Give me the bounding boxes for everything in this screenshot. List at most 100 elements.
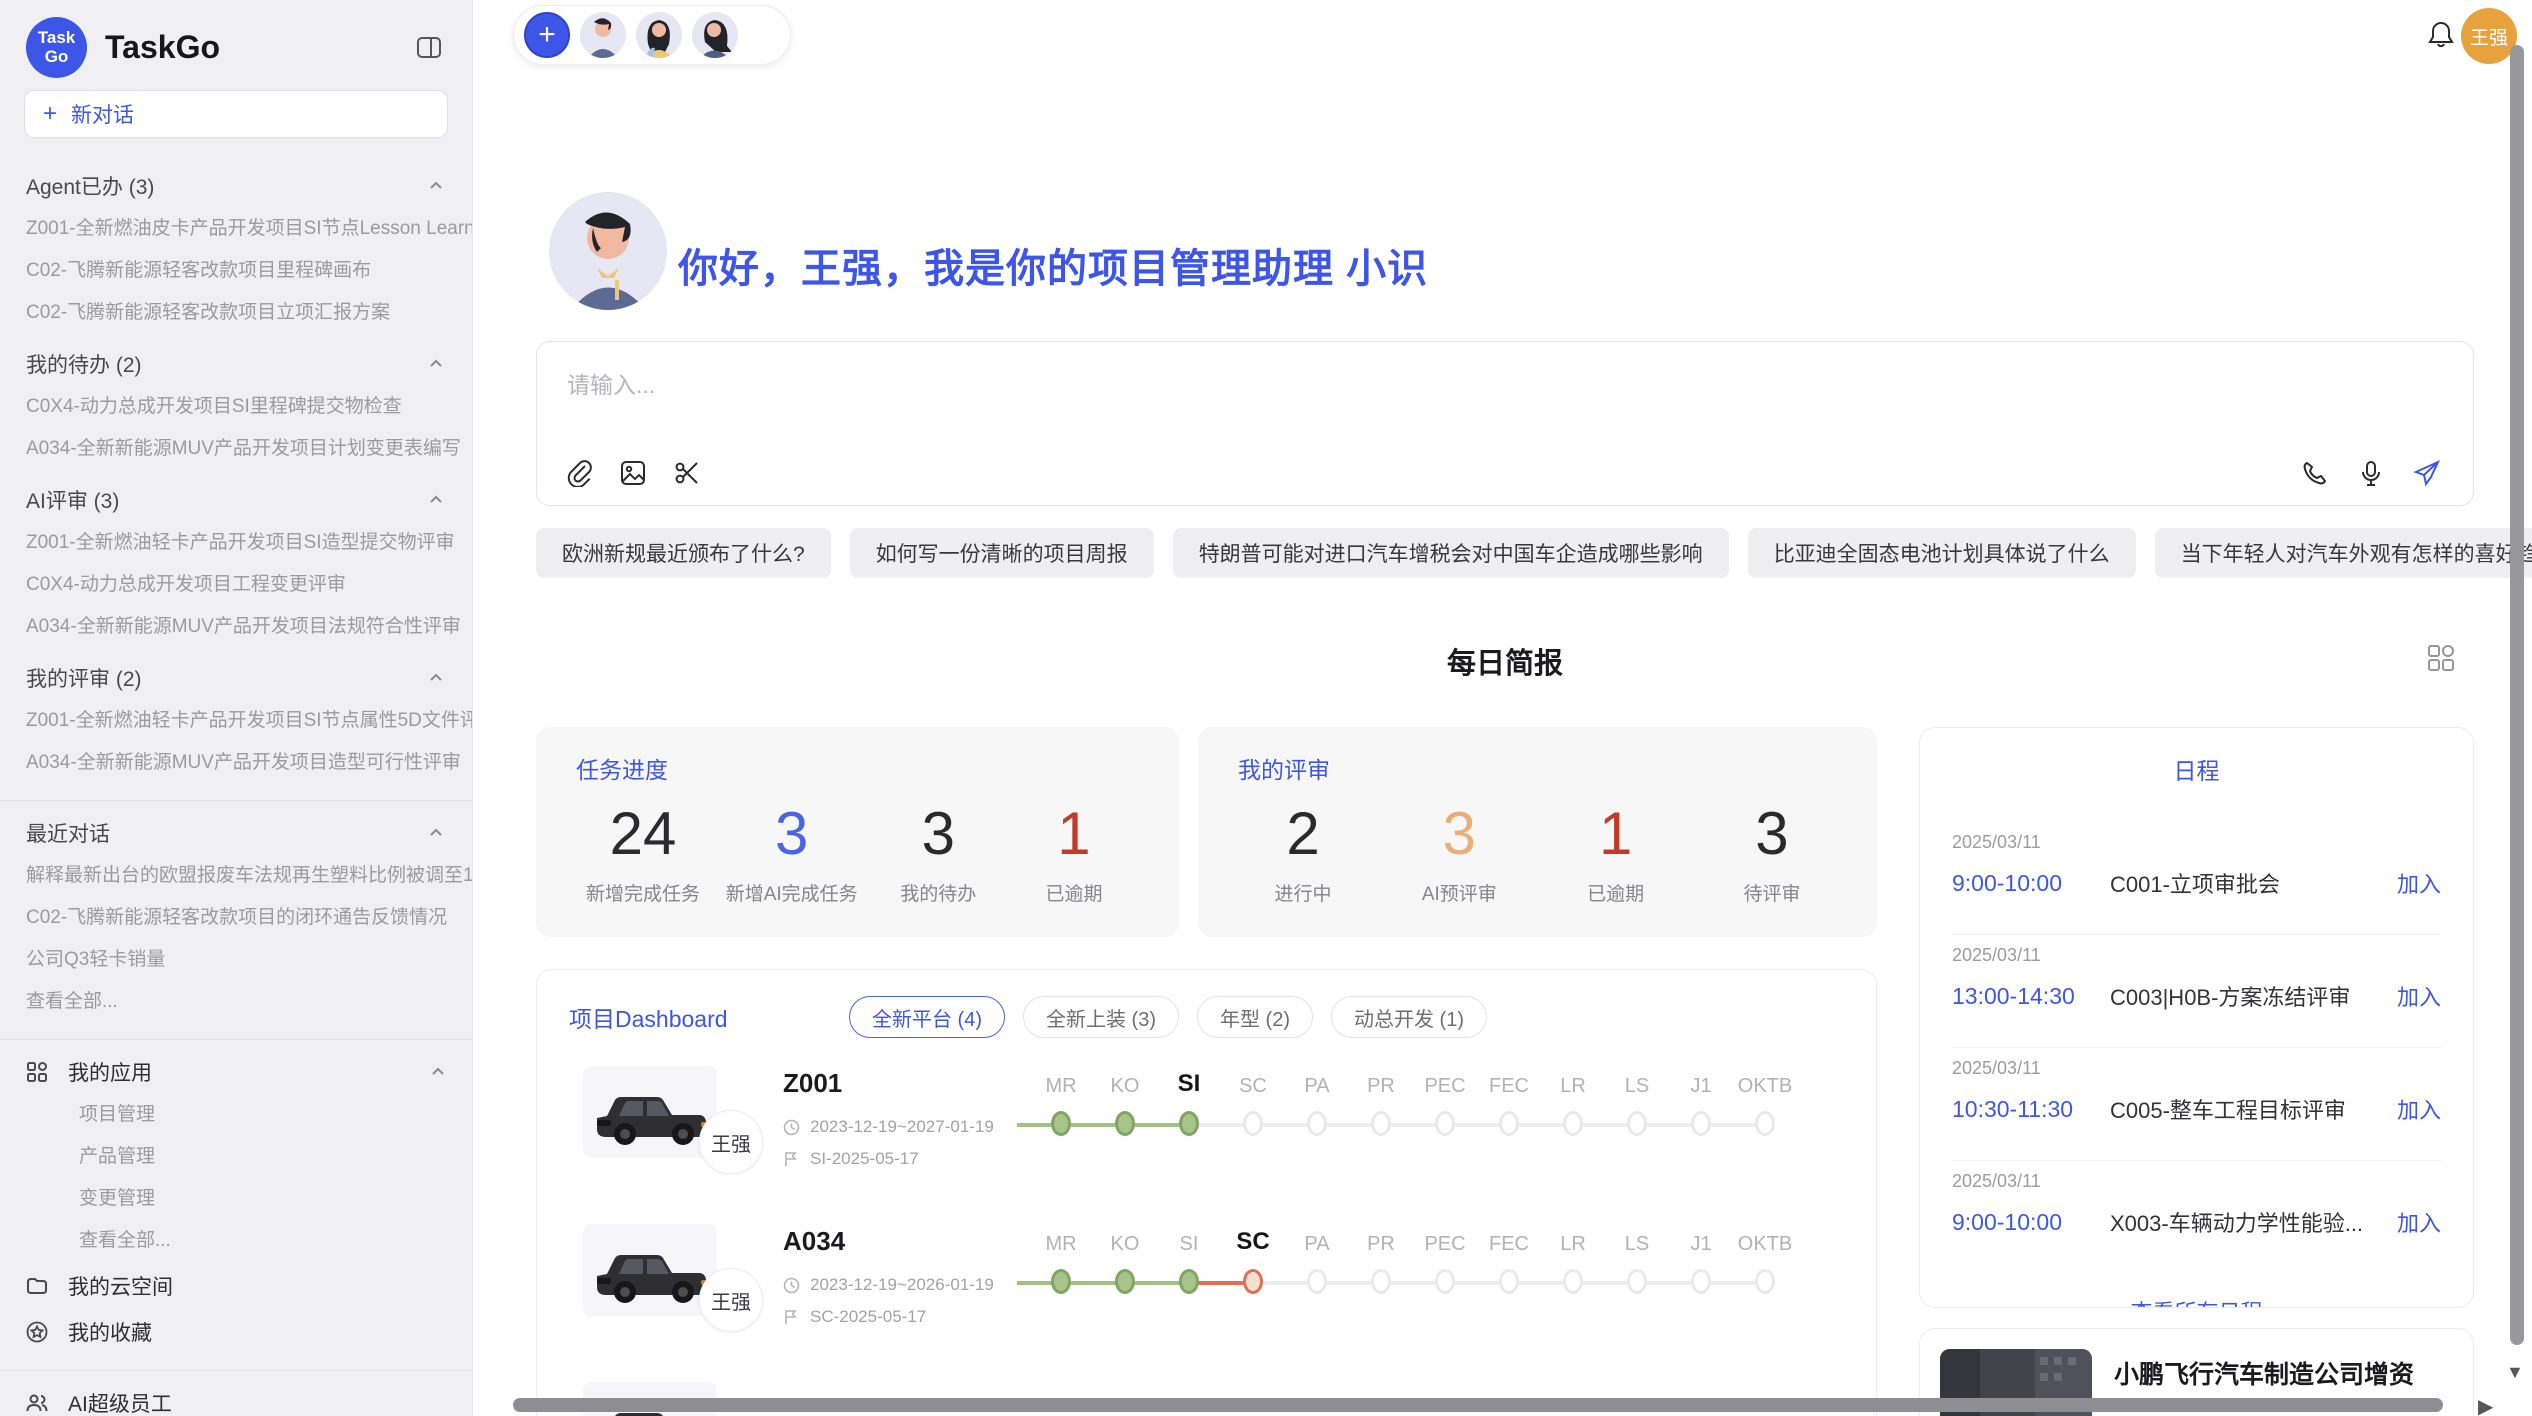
sidebar-app-item[interactable]: 产品管理 <box>0 1136 472 1178</box>
chevron-up-icon[interactable] <box>426 176 446 196</box>
sidebar-app-item[interactable]: 查看全部... <box>0 1220 472 1262</box>
sidebar-list-item[interactable]: A034-全新新能源MUV产品开发项目法规符合性评审 <box>0 606 472 648</box>
milestone: PEC <box>1413 1066 1477 1196</box>
new-chat-button[interactable]: + 新对话 <box>24 90 448 138</box>
horizontal-scrollbar[interactable] <box>513 1398 2443 1412</box>
milestone-label: SC <box>1236 1224 1269 1256</box>
milestone-dot <box>1755 1111 1775 1136</box>
milestone: FEC <box>1477 1224 1541 1354</box>
add-session-button[interactable]: + <box>524 12 570 58</box>
microphone-icon[interactable] <box>2355 457 2387 489</box>
composer[interactable]: 请输入... <box>536 341 2474 506</box>
sidebar-list-item[interactable]: C02-飞腾新能源轻客改款项目的闭环通告反馈情况 <box>0 897 472 939</box>
send-icon[interactable] <box>2411 457 2443 489</box>
suggestion-chip[interactable]: 当下年轻人对汽车外观有怎样的喜好趋势 <box>2155 528 2532 578</box>
vertical-scrollbar[interactable] <box>2510 45 2524 1345</box>
sidebar-list-item[interactable]: 解释最新出台的欧盟报废车法规再生塑料比例被调至15%... <box>0 855 472 897</box>
dashboard-filter-chip[interactable]: 动总开发 (1) <box>1331 996 1487 1038</box>
schedule-date: 2025/03/11 <box>1952 832 2441 853</box>
sidebar-item-star-circle-icon[interactable]: 我的收藏 <box>0 1310 472 1354</box>
view-all-schedule-link[interactable]: 查看所有日程 <box>1952 1295 2441 1308</box>
sidebar-section: AI评审 (3)Z001-全新燃油轻卡产品开发项目SI造型提交物评审C0X4-动… <box>0 478 472 648</box>
stat-label: AI预评审 <box>1404 879 1514 906</box>
chevron-up-icon[interactable] <box>428 1062 448 1082</box>
user-avatar[interactable]: 王强 <box>2461 8 2517 64</box>
sidebar-section-header[interactable]: AI评审 (3) <box>0 478 472 522</box>
milestone-label: PEC <box>1424 1224 1465 1256</box>
sidebar-section-header[interactable]: 我的评审 (2) <box>0 656 472 700</box>
sidebar-section-header[interactable]: Agent已办 (3) <box>0 164 472 208</box>
project-row[interactable]: 王强Z0012023-12-19~2027-01-19SI-2025-05-17… <box>569 1066 1844 1196</box>
chevron-up-icon[interactable] <box>426 490 446 510</box>
dashboard-filter-chip[interactable]: 全新平台 (4) <box>849 996 1005 1038</box>
sidebar-list-item[interactable]: C02-飞腾新能源轻客改款项目立项汇报方案 <box>0 292 472 334</box>
sidebar-list-item[interactable]: A034-全新新能源MUV产品开发项目计划变更表编写 <box>0 428 472 470</box>
project-row[interactable]: 王强A0342023-12-19~2026-01-19SC-2025-05-17… <box>569 1224 1844 1354</box>
project-date-range: 2023-12-19~2027-01-19 <box>810 1117 994 1137</box>
chevron-up-icon[interactable] <box>426 354 446 374</box>
suggestion-chip[interactable]: 如何写一份清晰的项目周报 <box>850 528 1154 578</box>
sidebar-app-item[interactable]: 变更管理 <box>0 1178 472 1220</box>
schedule-join-link[interactable]: 加入 <box>2397 1206 2441 1238</box>
suggestion-chip[interactable]: 欧洲新规最近颁布了什么? <box>536 528 831 578</box>
sidebar-section-header[interactable]: 最近对话 <box>0 811 472 855</box>
milestone-dot <box>1179 1269 1199 1294</box>
sidebar-list-item[interactable]: Z001-全新燃油轻卡产品开发项目SI节点属性5D文件评审 <box>0 700 472 742</box>
sidebar-collapse-icon[interactable] <box>412 30 446 64</box>
milestone-dot <box>1051 1269 1071 1294</box>
layout-grid-icon[interactable] <box>2425 642 2457 674</box>
stat-value: 24 <box>586 795 700 873</box>
sidebar-app-item[interactable]: 项目管理 <box>0 1094 472 1136</box>
sidebar-list-item[interactable]: Z001-全新燃油皮卡产品开发项目SI节点Lesson Learn报告 <box>0 208 472 250</box>
milestone: SI <box>1157 1224 1221 1354</box>
phone-icon[interactable] <box>2299 457 2331 489</box>
milestone-dot <box>1563 1111 1583 1136</box>
milestone-dot <box>1051 1111 1071 1136</box>
schedule-join-link[interactable]: 加入 <box>2397 980 2441 1012</box>
milestone-dot <box>1435 1269 1455 1294</box>
chevron-up-icon[interactable] <box>426 668 446 688</box>
sidebar-item-cloud-folder-icon[interactable]: 我的云空间 <box>0 1264 472 1308</box>
sidebar-list-item[interactable]: C02-飞腾新能源轻客改款项目里程碑画布 <box>0 250 472 292</box>
session-avatar-3[interactable] <box>692 12 738 58</box>
scissors-icon[interactable] <box>671 457 703 489</box>
stat-item: 3我的待办 <box>883 795 993 906</box>
attach-icon[interactable] <box>563 457 595 489</box>
sidebar-list-item[interactable]: C0X4-动力总成开发项目SI里程碑提交物检查 <box>0 386 472 428</box>
people-icon <box>24 1390 50 1416</box>
session-avatar-2[interactable] <box>636 12 682 58</box>
milestone-label: PA <box>1304 1066 1329 1098</box>
project-flag: SC-2025-05-17 <box>783 1307 1023 1327</box>
sidebar-list-item[interactable]: Z001-全新燃油轻卡产品开发项目SI造型提交物评审 <box>0 522 472 564</box>
stat-label: 我的待办 <box>883 879 993 906</box>
scroll-down-arrow[interactable]: ▼ <box>2506 1362 2524 1383</box>
sidebar-item-my-apps[interactable]: 我的应用 <box>0 1050 472 1094</box>
sidebar-section-header[interactable]: 我的待办 (2) <box>0 342 472 386</box>
chevron-up-icon[interactable] <box>426 823 446 843</box>
dashboard-filter-chip[interactable]: 年型 (2) <box>1197 996 1313 1038</box>
sidebar-list-item[interactable]: A034-全新新能源MUV产品开发项目造型可行性评审 <box>0 742 472 784</box>
image-icon[interactable] <box>617 457 649 489</box>
schedule-join-link[interactable]: 加入 <box>2397 1093 2441 1125</box>
sidebar-list-item[interactable]: 公司Q3轻卡销量 <box>0 939 472 981</box>
sidebar-section: 我的评审 (2)Z001-全新燃油轻卡产品开发项目SI节点属性5D文件评审A03… <box>0 656 472 784</box>
notification-bell-icon[interactable] <box>2425 18 2457 50</box>
milestone-dot <box>1627 1269 1647 1294</box>
milestone: LR <box>1541 1224 1605 1354</box>
milestone-dot <box>1371 1269 1391 1294</box>
sidebar-tool-people-icon[interactable]: AI超级员工 <box>0 1381 472 1416</box>
scroll-right-arrow[interactable]: ▶ <box>2478 1394 2493 1416</box>
project-owner-badge: 王强 <box>699 1110 763 1174</box>
project-flag: SI-2025-05-17 <box>783 1149 1023 1169</box>
schedule-join-link[interactable]: 加入 <box>2397 867 2441 899</box>
suggestion-chip[interactable]: 特朗普可能对进口汽车增税会对中国车企造成哪些影响 <box>1173 528 1729 578</box>
session-avatar-1[interactable] <box>580 12 626 58</box>
stat-value: 3 <box>726 795 858 873</box>
stat-label: 进行中 <box>1248 879 1358 906</box>
sidebar-list-item[interactable]: C0X4-动力总成开发项目工程变更评审 <box>0 564 472 606</box>
milestone: FEC <box>1477 1066 1541 1196</box>
milestone-label: MR <box>1045 1066 1076 1098</box>
dashboard-filter-chip[interactable]: 全新上装 (3) <box>1023 996 1179 1038</box>
suggestion-chip[interactable]: 比亚迪全固态电池计划具体说了什么 <box>1748 528 2136 578</box>
sidebar-list-item[interactable]: 查看全部... <box>0 981 472 1023</box>
